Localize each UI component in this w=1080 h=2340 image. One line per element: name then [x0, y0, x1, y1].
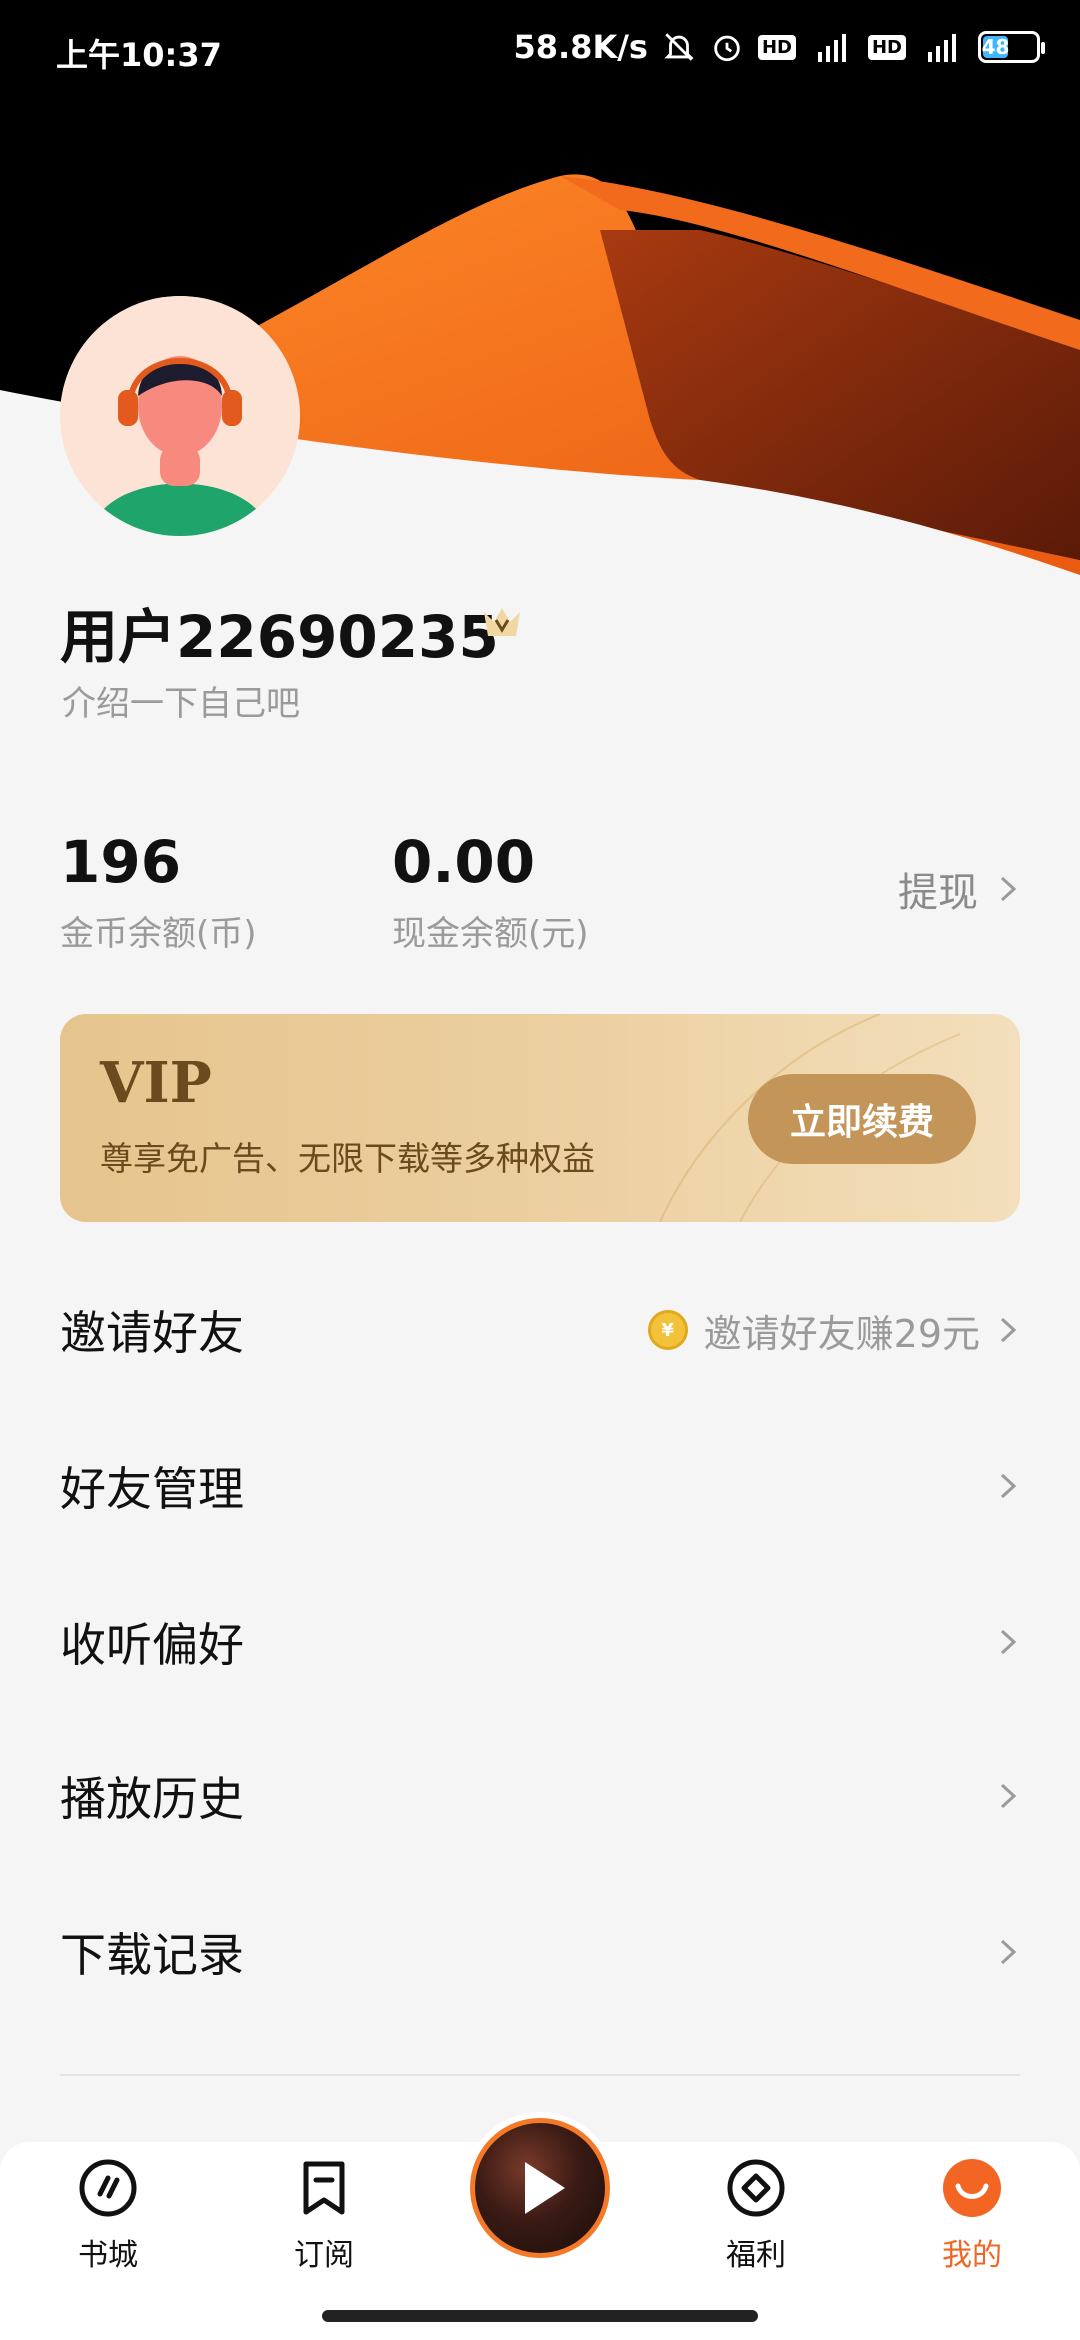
tab-label: 我的: [942, 2238, 1002, 2273]
vip-crown-icon: [480, 604, 524, 640]
tab-bookstore[interactable]: 书城: [38, 2156, 178, 2274]
menu-item-listening-preferences[interactable]: 收听偏好: [60, 1592, 1020, 1692]
battery-icon: 48: [978, 31, 1045, 63]
cash-balance[interactable]: 0.00 现金余额(元): [392, 828, 589, 955]
avatar[interactable]: [60, 296, 300, 536]
menu-item-invite-friends[interactable]: 邀请好友 ¥ 邀请好友赚29元: [60, 1280, 1020, 1380]
play-icon: [525, 2162, 565, 2214]
tab-me[interactable]: 我的: [902, 2156, 1042, 2274]
menu-item-friend-management[interactable]: 好友管理: [60, 1436, 1020, 1536]
menu-item-download-records[interactable]: 下载记录: [60, 1902, 1020, 2002]
coin-icon: ¥: [647, 1310, 688, 1350]
renew-button[interactable]: 立即续费: [748, 1074, 976, 1164]
chevron-right-icon: [1000, 1939, 1017, 1965]
battery-level: 48: [981, 35, 1010, 59]
home-indicator[interactable]: [322, 2310, 758, 2322]
alarm-icon: [710, 30, 744, 64]
vip-title: VIP: [100, 1050, 212, 1116]
tab-label: 书城: [78, 2238, 138, 2273]
status-bar: 上午10:37 58.8K/s HD HD 48: [0, 0, 1080, 100]
tab-label: 订阅: [294, 2238, 354, 2273]
cash-balance-value: 0.00: [392, 828, 536, 896]
now-playing-button[interactable]: [464, 2112, 616, 2264]
withdraw-label: 提现: [898, 870, 978, 916]
coin-balance[interactable]: 196 金币余额(币): [60, 828, 257, 955]
smile-icon: [940, 2156, 1004, 2220]
bookstore-icon: [76, 2156, 140, 2220]
signal-5g-icon: [810, 30, 854, 64]
withdraw-button[interactable]: 提现: [898, 860, 1020, 918]
welfare-icon: [724, 2156, 788, 2220]
signal-5g-icon: [920, 30, 964, 64]
cash-balance-label: 现金余额(元): [392, 914, 589, 954]
mute-bell-icon: [662, 30, 696, 64]
chevron-right-icon: [1000, 876, 1017, 902]
coin-balance-value: 196: [60, 828, 182, 896]
menu-item-play-history[interactable]: 播放历史: [60, 1746, 1020, 1846]
tab-subscriptions[interactable]: 订阅: [254, 2156, 394, 2274]
menu-item-label: 邀请好友: [60, 1306, 244, 1360]
hd-icon: HD: [867, 34, 906, 60]
chevron-right-icon: [1000, 1317, 1017, 1343]
tab-welfare[interactable]: 福利: [686, 2156, 826, 2274]
chevron-right-icon: [1000, 1473, 1017, 1499]
username[interactable]: 用户22690235: [60, 590, 499, 674]
status-time: 上午10:37: [56, 36, 222, 74]
bookmark-icon: [292, 2156, 356, 2220]
chevron-right-icon: [1000, 1783, 1017, 1809]
menu-item-label: 好友管理: [60, 1462, 244, 1516]
coin-balance-label: 金币余额(币): [60, 914, 257, 954]
tab-label: 福利: [726, 2238, 786, 2273]
album-cover: [470, 2118, 610, 2258]
chevron-right-icon: [1000, 1629, 1017, 1655]
divider: [60, 2074, 1020, 2076]
hd-icon: HD: [757, 34, 796, 60]
vip-card[interactable]: VIP 尊享免广告、无限下载等多种权益 立即续费: [60, 1014, 1020, 1222]
network-speed: 58.8K/s: [513, 28, 648, 66]
vip-description: 尊享免广告、无限下载等多种权益: [100, 1139, 595, 1178]
menu-item-label: 下载记录: [60, 1928, 244, 1982]
invite-hint: 邀请好友赚29元: [703, 1311, 980, 1356]
menu-item-label: 收听偏好: [60, 1618, 244, 1672]
bio-text[interactable]: 介绍一下自己吧: [62, 676, 300, 725]
menu-item-label: 播放历史: [60, 1772, 244, 1826]
